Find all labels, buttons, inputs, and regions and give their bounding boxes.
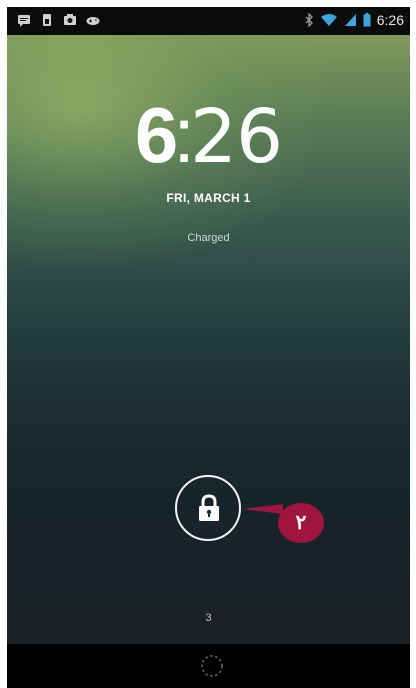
navigation-bar [7, 644, 410, 688]
clock-hour: 6 [134, 91, 178, 179]
gamepad-icon [86, 17, 100, 25]
battery-icon [363, 13, 371, 27]
unlock-button[interactable] [175, 475, 241, 541]
notification-icons [17, 13, 100, 27]
status-bar: 6:26 [7, 7, 410, 35]
lockscreen-date: FRI, MARCH 1 [166, 191, 251, 205]
lockscreen-wallpaper: 6:26 FRI, MARCH 1 Charged ۲ 3 [7, 35, 410, 644]
signal-icon [344, 14, 356, 26]
phone-screen: 6:26 6:26 FRI, MARCH 1 Charged ۲ 3 [7, 7, 410, 688]
clock-minutes: 26 [189, 94, 283, 180]
dotted-circle-icon[interactable] [199, 653, 225, 679]
callout-badge: ۲ [278, 503, 324, 543]
message-icon [18, 15, 30, 27]
camera-icon [64, 14, 76, 25]
wifi-icon [320, 14, 337, 26]
status-time: 6:26 [376, 12, 404, 28]
sim-icon [43, 14, 51, 26]
lockscreen-clock: 6:26 [7, 93, 410, 179]
system-icons: 6:26 [305, 12, 404, 28]
lock-icon [199, 494, 219, 521]
page-indicator: 3 [205, 612, 212, 624]
bluetooth-icon [305, 13, 313, 27]
charging-status: Charged [187, 232, 230, 244]
